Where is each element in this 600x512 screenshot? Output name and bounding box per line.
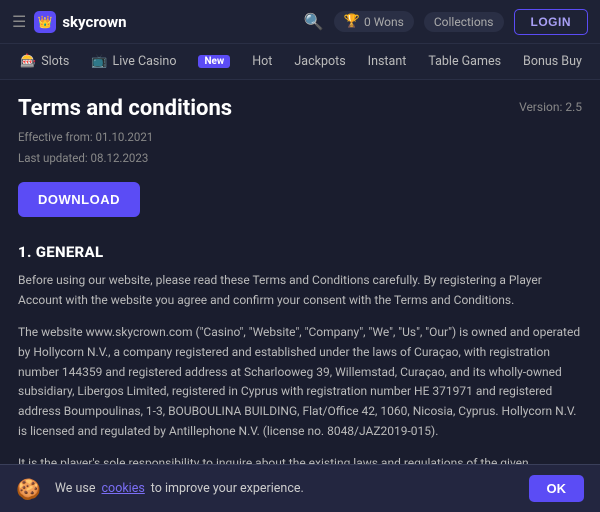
- download-button[interactable]: DOWNLOAD: [18, 182, 140, 217]
- tab-instant-label: Instant: [368, 54, 407, 69]
- ok-button[interactable]: OK: [529, 475, 585, 502]
- nav-tabs: 🎰 Slots 📺 Live Casino New Hot Jackpots I…: [0, 44, 600, 80]
- collections-badge: Collections: [424, 12, 504, 32]
- new-badge: New: [198, 55, 230, 68]
- main-content: Terms and conditions Version: 2.5 Effect…: [0, 80, 600, 512]
- header-left: ☰ 👑 skycrown: [12, 11, 127, 33]
- logo-text: skycrown: [62, 13, 126, 31]
- cookie-banner: 🍪 We use cookies to improve your experie…: [0, 464, 600, 512]
- search-icon[interactable]: 🔍: [304, 12, 324, 31]
- tab-table-games[interactable]: Table Games: [418, 49, 511, 74]
- section-1-para-1: Before using our website, please read th…: [18, 271, 582, 311]
- page-title: Terms and conditions: [18, 96, 232, 121]
- tab-bonus-buy-label: Bonus Buy: [523, 54, 582, 69]
- tab-bonus-buy[interactable]: Bonus Buy: [513, 49, 592, 74]
- cookie-text-prefix: We use: [55, 481, 96, 496]
- tab-table-games-label: Table Games: [428, 54, 501, 69]
- section-1: 1. GENERAL Before using our website, ple…: [18, 243, 582, 493]
- wins-label: 0 Wons: [364, 15, 404, 29]
- section-1-para-2: The website www.skycrown.com ("Casino", …: [18, 323, 582, 442]
- collections-label: Collections: [434, 15, 494, 29]
- tab-jackpots-label: Jackpots: [294, 54, 345, 69]
- hamburger-icon[interactable]: ☰: [12, 12, 26, 31]
- tab-live-casino-label: Live Casino: [113, 54, 177, 69]
- cookie-link[interactable]: cookies: [102, 481, 145, 496]
- header-right: 🔍 🏆 0 Wons Collections LOGIN: [304, 9, 588, 35]
- tab-live-casino[interactable]: 📺 Live Casino: [81, 49, 186, 74]
- tab-drops-wins[interactable]: Drops & Wins: [594, 49, 600, 74]
- header: ☰ 👑 skycrown 🔍 🏆 0 Wons Collections LOGI…: [0, 0, 600, 44]
- trophy-icon: 🏆: [344, 14, 360, 29]
- cookie-icon: 🍪: [16, 477, 41, 501]
- tab-slots[interactable]: 🎰 Slots: [10, 49, 79, 74]
- live-casino-icon: 📺: [91, 54, 107, 69]
- tab-instant[interactable]: Instant: [358, 49, 417, 74]
- cookie-text-suffix: to improve your experience.: [151, 481, 304, 496]
- last-updated: Last updated: 08.12.2023: [18, 148, 582, 169]
- slots-icon: 🎰: [20, 54, 36, 69]
- effective-from: Effective from: 01.10.2021: [18, 127, 582, 148]
- tab-hot-label: Hot: [252, 54, 272, 69]
- section-1-title: 1. GENERAL: [18, 243, 582, 261]
- title-row: Terms and conditions Version: 2.5: [18, 96, 582, 121]
- tab-slots-label: Slots: [41, 54, 69, 69]
- login-button[interactable]: LOGIN: [514, 9, 589, 35]
- logo-icon: 👑: [34, 11, 56, 33]
- tab-hot[interactable]: Hot: [242, 49, 282, 74]
- wins-badge: 🏆 0 Wons: [334, 11, 414, 32]
- effective-dates: Effective from: 01.10.2021 Last updated:…: [18, 127, 582, 168]
- cookie-text: We use cookies to improve your experienc…: [55, 481, 519, 496]
- logo-wrapper: 👑 skycrown: [34, 11, 126, 33]
- tab-jackpots[interactable]: Jackpots: [284, 49, 355, 74]
- tab-new[interactable]: New: [188, 50, 240, 73]
- version-text: Version: 2.5: [519, 100, 582, 114]
